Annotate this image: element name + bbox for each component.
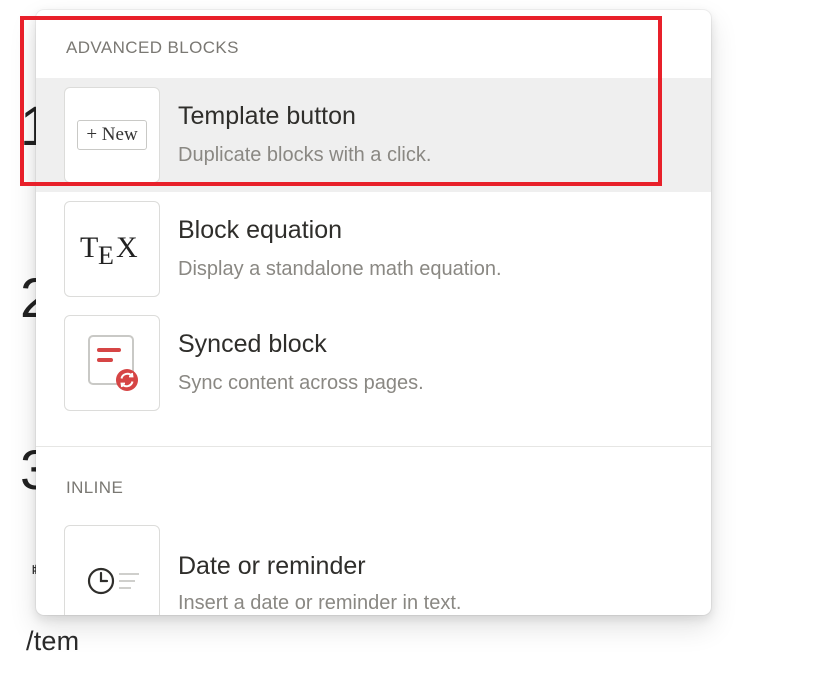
section-header-advanced-blocks: ADVANCED BLOCKS [66, 38, 239, 57]
menu-item-synced-block[interactable]: Synced block Sync content across pages. [36, 306, 711, 420]
menu-item-title: Synced block [178, 330, 327, 358]
synced-block-icon [64, 315, 160, 411]
menu-item-description: Sync content across pages. [178, 372, 424, 394]
slash-command-text[interactable]: /tem [26, 626, 79, 657]
menu-item-block-equation[interactable]: T E X Block equation Display a standalon… [36, 192, 711, 306]
clock-icon [64, 525, 160, 615]
tex-logo: T E X [80, 231, 138, 270]
notion-page: 1 2 3 ᅤ /tem ADVANCED BLOCKS + New Templ… [0, 0, 822, 686]
menu-item-description: Display a standalone math equation. [178, 258, 502, 280]
menu-item-description: Insert a date or reminder in text. [178, 592, 462, 614]
new-button-preview: + New [77, 120, 147, 150]
menu-item-template-button[interactable]: + New Template button Duplicate blocks w… [36, 78, 711, 192]
section-divider [36, 446, 711, 447]
tex-equation-icon: T E X [64, 201, 160, 297]
background-text-fragment: ᅤ [22, 564, 36, 582]
slash-command-menu: ADVANCED BLOCKS + New Template button Du… [36, 10, 711, 615]
menu-item-title: Template button [178, 102, 356, 130]
menu-item-title: Date or reminder [178, 552, 366, 580]
synced-block-graphic [88, 335, 138, 391]
menu-item-title: Block equation [178, 216, 343, 244]
template-button-icon: + New [64, 87, 160, 183]
menu-item-description: Duplicate blocks with a click. [178, 144, 432, 166]
clock-graphic [87, 567, 139, 595]
section-header-inline: INLINE [66, 478, 124, 497]
menu-item-date-or-reminder[interactable]: Date or reminder Insert a date or remind… [36, 516, 711, 615]
